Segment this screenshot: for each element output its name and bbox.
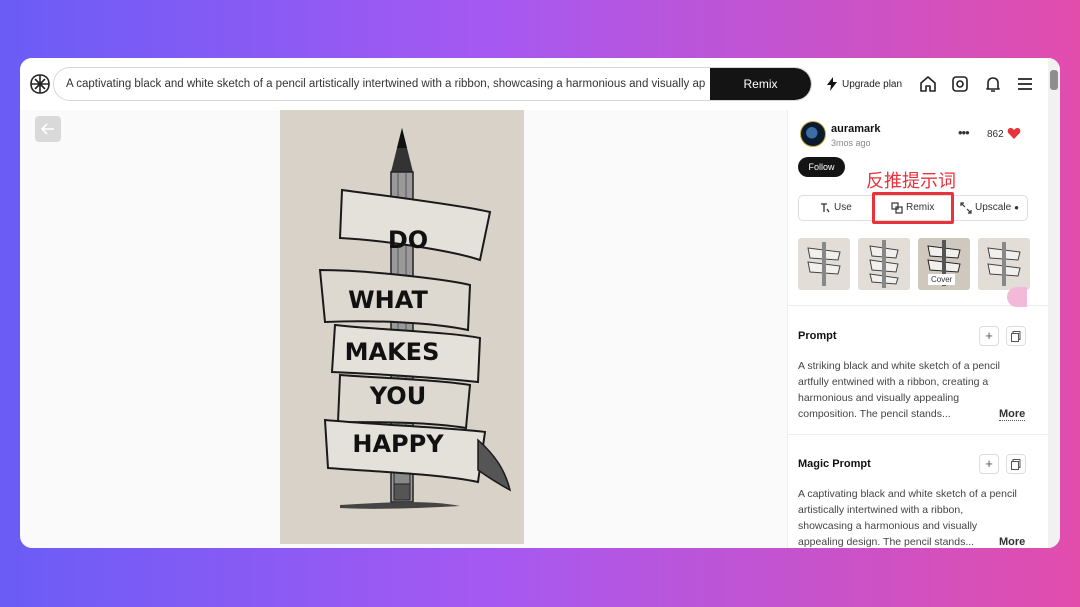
artwork-word: WHAT (348, 286, 428, 314)
gallery-icon[interactable] (949, 73, 971, 95)
pencil-ribbon-artwork: DO WHAT MAKES YOU HAPPY (318, 128, 512, 509)
divider (788, 434, 1049, 435)
artwork-word: YOU (369, 382, 426, 410)
thumbnail-strip: Cover (798, 238, 1030, 290)
use-label: Use (834, 202, 852, 213)
translate-icon[interactable] (1007, 287, 1027, 307)
use-button[interactable]: Use (819, 196, 852, 220)
prompt-text: A striking black and white sketch of a p… (798, 360, 1000, 420)
upgrade-plan-button[interactable]: Upgrade plan (826, 74, 902, 94)
upscale-button[interactable]: Upscale ● (960, 196, 1019, 220)
app-window: A captivating black and white sketch of … (20, 58, 1060, 548)
bell-icon[interactable] (982, 73, 1004, 95)
details-panel: auramark 3mos ago ••• 862 Follow 反推提示词 U… (787, 110, 1049, 548)
home-icon[interactable] (917, 73, 939, 95)
copy-prompt-button[interactable] (1006, 326, 1026, 346)
artwork-word: DO (388, 226, 428, 254)
add-magic-prompt-button[interactable]: + (979, 454, 999, 474)
remix-highlight-box (872, 192, 954, 224)
artwork-word: MAKES (345, 338, 440, 366)
cover-badge: Cover (928, 274, 956, 285)
add-prompt-button[interactable]: + (979, 326, 999, 346)
prompt-more-link[interactable]: More (999, 408, 1026, 421)
author-name[interactable]: auramark (831, 123, 881, 135)
magic-prompt-title: Magic Prompt (798, 458, 871, 470)
artwork-word: HAPPY (352, 430, 444, 458)
arrow-left-icon (41, 123, 54, 135)
expand-icon (960, 202, 972, 214)
copy-magic-prompt-button[interactable] (1006, 454, 1026, 474)
prompt-input-text[interactable]: A captivating black and white sketch of … (66, 68, 706, 100)
upscale-label: Upscale (975, 202, 1012, 213)
lightning-icon (827, 77, 837, 91)
more-options-icon[interactable]: ••• (958, 125, 970, 140)
follow-button[interactable]: Follow (798, 157, 845, 177)
thumbnail-cover[interactable]: Cover (918, 238, 970, 290)
logo-icon[interactable] (29, 73, 51, 95)
thumbnail[interactable] (798, 238, 850, 290)
prompt-input[interactable]: A captivating black and white sketch of … (53, 67, 812, 101)
prompt-title: Prompt (798, 330, 837, 342)
heart-icon[interactable] (1007, 126, 1021, 140)
magic-prompt-more-link[interactable]: More (999, 536, 1025, 548)
post-time: 3mos ago (831, 138, 871, 148)
text-cursor-icon (821, 203, 830, 213)
generated-image: DO WHAT MAKES YOU HAPPY (280, 110, 524, 544)
remix-button[interactable]: Remix (710, 68, 811, 100)
avatar[interactable] (800, 121, 826, 147)
thumbnail[interactable] (978, 238, 1030, 290)
menu-icon[interactable] (1014, 73, 1036, 95)
scrollbar-thumb[interactable] (1050, 70, 1058, 90)
copy-icon (1011, 331, 1021, 342)
annotation-label: 反推提示词 (866, 171, 956, 192)
upgrade-plan-label: Upgrade plan (842, 78, 903, 90)
scrollbar[interactable] (1048, 58, 1060, 548)
like-count: 862 (987, 129, 1004, 140)
thumbnail[interactable] (858, 238, 910, 290)
back-button[interactable] (35, 116, 61, 142)
magic-prompt-text: A captivating black and white sketch of … (798, 488, 1017, 548)
top-bar: A captivating black and white sketch of … (20, 58, 1060, 110)
drop-icon: ● (1014, 203, 1019, 212)
copy-icon (1011, 459, 1021, 470)
divider (788, 305, 1049, 306)
